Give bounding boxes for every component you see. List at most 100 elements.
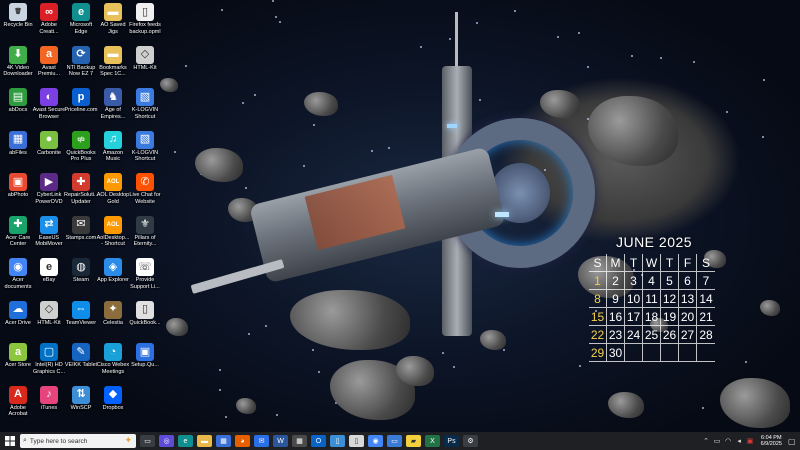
desktop-icon[interactable]: qbQuickBooks Pro Plus 2021 xyxy=(64,130,98,172)
desktop-icon[interactable]: ⇄ EaseUS MobiMover xyxy=(32,215,66,257)
asteroid xyxy=(480,330,506,350)
desktop-icon[interactable]: ⚜ Pillars of Eternity... xyxy=(128,215,162,257)
copilot-icon[interactable]: ◎ xyxy=(159,435,174,447)
asteroid xyxy=(720,378,790,428)
abfiles-icon: ▦ xyxy=(9,130,27,149)
desktop-icon[interactable]: e Microsoft Edge xyxy=(64,2,98,44)
desktop-icon[interactable]: ♪ iTunes xyxy=(32,385,66,427)
desktop-icon-label: Firefox feeds backup.opml xyxy=(129,22,161,35)
desktop-icon[interactable]: e eBay xyxy=(32,257,66,299)
sticky-notes-icon[interactable]: ▰ xyxy=(406,435,421,447)
calculator-icon[interactable]: ▦ xyxy=(292,435,307,447)
file-explorer-icon[interactable]: ▬ xyxy=(197,435,212,447)
desktop-icon[interactable]: ▧ K-LOGVIN Shortcut xyxy=(128,87,162,129)
star xyxy=(174,151,177,154)
notepad-icon[interactable]: ▯ xyxy=(330,435,345,447)
taskbar-search-box[interactable]: ⌕ Type here to search ✦ xyxy=(20,434,136,448)
excel-icon[interactable]: X xyxy=(425,435,440,447)
task-view-icon[interactable]: ▭ xyxy=(140,435,155,447)
desktop-icon[interactable]: ✚ Acer Care Center xyxy=(1,215,35,257)
volume-icon[interactable]: ◂ xyxy=(735,437,744,445)
calendar-empty-cell xyxy=(625,344,643,362)
settings-icon[interactable]: ⚙ xyxy=(463,435,478,447)
outlook-icon[interactable]: O xyxy=(311,435,326,447)
asteroid xyxy=(304,92,338,116)
teamviewer-icon: ⇔ xyxy=(72,300,90,319)
remote-desktop-icon[interactable]: ▭ xyxy=(387,435,402,447)
desktop-icon[interactable]: 🗑 Recycle Bin xyxy=(1,2,35,44)
start-button[interactable] xyxy=(0,432,20,450)
desktop-icon[interactable]: ▬ Bookmarks Spec 1C... xyxy=(96,45,130,87)
desktop-icon[interactable]: ◇ HTML-Kit xyxy=(128,45,162,87)
notification-icon[interactable]: ▢ xyxy=(788,437,798,446)
security-icon[interactable]: ▣ xyxy=(746,437,755,445)
desktop-icon[interactable]: ▢ Intel(R) HD Graphics C... xyxy=(32,342,66,384)
abdocs-icon: ▤ xyxy=(9,88,27,106)
edge-icon[interactable]: e xyxy=(178,435,193,447)
desktop-icon[interactable]: ∞ Adobe Creati... xyxy=(32,2,66,44)
store-icon[interactable]: ▦ xyxy=(216,435,231,447)
file-icon[interactable]: ▯ xyxy=(349,435,364,447)
desktop-icon[interactable]: ▧ K-LOGVIN Shortcut xyxy=(128,130,162,172)
desktop-icon[interactable]: ◆ Dropbox xyxy=(96,385,130,427)
taskbar-clock[interactable]: 6:04 PM 6/9/2025 xyxy=(761,435,782,448)
desktop-icon[interactable]: ☏ Provide Support Li... xyxy=(128,257,162,299)
star xyxy=(274,15,277,18)
battery-icon[interactable]: ▭ xyxy=(713,437,722,445)
desktop-icon-label: Carbonite xyxy=(37,149,61,156)
desktop-icon[interactable]: p Priceline.com xyxy=(64,87,98,129)
desktop-icon-label: QuickBooks Pro Plus 2021 xyxy=(66,149,96,163)
desktop-icon[interactable]: ◍ Steam xyxy=(64,257,98,299)
desktop-icon[interactable]: ✎ VEIKK Tablet xyxy=(64,342,98,384)
desktop-icon-label: Age of Empires... xyxy=(100,107,126,120)
star xyxy=(762,79,765,82)
desktop-icon[interactable]: ⇔ TeamViewer xyxy=(64,300,98,342)
network-icon[interactable]: ◠ xyxy=(724,437,733,445)
desktop-icon[interactable]: ▬ AO Saved Jigs xyxy=(96,2,130,44)
chevron-up-icon[interactable]: ⌃ xyxy=(702,437,711,445)
word-icon[interactable]: W xyxy=(273,435,288,447)
desktop-icon[interactable]: ◉ Acer documents xyxy=(1,257,35,299)
mail-icon[interactable]: ✉ xyxy=(254,435,269,447)
desktop-icon[interactable]: ⬇ 4K Video Downloader xyxy=(1,45,35,87)
desktop-icon[interactable]: ✉ Stamps.com xyxy=(64,215,98,257)
chrome-icon[interactable]: ◉ xyxy=(368,435,383,447)
desktop-icon[interactable]: ◐ Avast Secure Browser xyxy=(32,87,66,129)
desktop-icon[interactable]: ▣ abPhoto xyxy=(1,172,35,214)
desktop-icon[interactable]: ⟳ NTI Backup Now EZ 7 xyxy=(64,45,98,87)
desktop-icon[interactable]: ◈ App Explorer xyxy=(96,257,130,299)
system-tray: ⌃ ▭ ◠ ◂ ▣ 6:04 PM 6/9/2025 ▢ xyxy=(702,432,800,450)
desktop-icon[interactable]: ▶CyberLink PowerDVD 12 xyxy=(32,172,66,214)
calendar-weekday: S xyxy=(589,254,607,272)
desktop-icon[interactable]: a Avast Premiu... xyxy=(32,45,66,87)
desktop-icon[interactable]: ✆ Live Chat for Website xyxy=(128,172,162,214)
desktop-icon[interactable]: ♫ Amazon Music xyxy=(96,130,130,172)
asteroid xyxy=(290,290,410,350)
desktop-icon[interactable]: ✚ RepairSoluti... Updater xyxy=(64,172,98,214)
calendar-day: 20 xyxy=(679,308,697,326)
desktop-icon[interactable]: ☁ Acer Drive xyxy=(1,300,35,342)
star xyxy=(247,333,250,336)
desktop-icon[interactable]: ✦ Celestia xyxy=(96,300,130,342)
firefox-icon[interactable]: ◕ xyxy=(235,435,250,447)
desktop-icon[interactable]: ▣ Setup.Qu... xyxy=(128,342,162,384)
desktop-icon[interactable]: AOL AolDesktop... - Shortcut xyxy=(96,215,130,257)
desktop-icon[interactable]: AOL AOL Desktop Gold xyxy=(96,172,130,214)
desktop-icon[interactable]: a Acer Store xyxy=(1,342,35,384)
calendar-day: 15 xyxy=(589,308,607,326)
desktop-icon-label: abDocs xyxy=(8,107,28,113)
desktop-icon[interactable]: ⇅ WinSCP xyxy=(64,385,98,427)
desktop-icon[interactable]: ◇ HTML-Kit xyxy=(32,300,66,342)
desktop-icon[interactable]: ● Carbonite xyxy=(32,130,66,172)
desktop-icon[interactable]: A Adobe Acrobat xyxy=(1,385,35,427)
desktop-icon[interactable]: ▯ Firefox feeds backup.opml xyxy=(128,2,162,44)
desktop-icon[interactable]: ◔ Cisco Webex Meetings xyxy=(96,342,130,384)
desktop-icon[interactable]: ♞ Age of Empires... xyxy=(96,87,130,129)
photoshop-icon[interactable]: Ps xyxy=(444,435,459,447)
desktop-icon[interactable]: ▦ abFiles xyxy=(1,130,35,172)
desktop-icon-label: AO Saved Jigs xyxy=(100,22,126,35)
desktop-icon-label: Avast Secure Browser xyxy=(32,107,66,120)
desktop-icon[interactable]: ▤ abDocs xyxy=(1,87,35,129)
desktop-icon[interactable]: ▯ QuickBook... xyxy=(128,300,162,342)
star xyxy=(218,369,221,372)
